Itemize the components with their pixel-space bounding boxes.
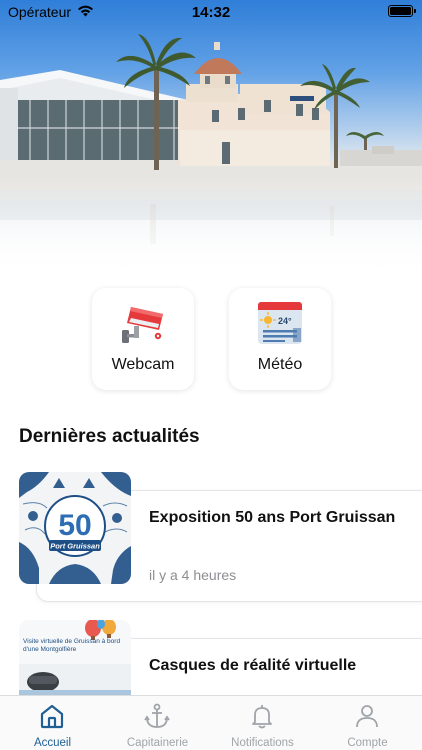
status-bar: Opérateur 14:32 (0, 0, 422, 24)
tab-accueil[interactable]: Accueil (0, 696, 105, 750)
tab-accueil-label: Accueil (33, 737, 72, 749)
anchor-icon (144, 703, 170, 728)
security-camera-icon (122, 307, 163, 343)
clock: 14:32 (191, 4, 231, 21)
hero-harbor-photo (0, 0, 422, 280)
tab-compte[interactable]: Compte (315, 696, 420, 750)
news-item-time: il y a 4 heures (149, 567, 237, 583)
tab-notifications[interactable]: Notifications (210, 696, 315, 750)
anniversary-poster-image[interactable]: 50 Port Gruissan (19, 472, 131, 584)
tab-capitainerie-label: Capitainerie (126, 737, 189, 749)
weather-forecast-icon: 24° (258, 302, 302, 344)
meteo-tile[interactable]: 24° Météo (229, 288, 331, 390)
harbor-building-illustration (0, 34, 422, 280)
webcam-label: Webcam (111, 356, 175, 373)
news-section-title: Dernières actualités (19, 426, 200, 447)
news-item-title[interactable]: Casques de réalité virtuelle (149, 657, 356, 675)
tab-compte-label: Compte (347, 737, 388, 749)
webcam-tile[interactable]: Webcam (92, 288, 194, 390)
svg-text:50: 50 (58, 509, 91, 542)
meteo-temperature-text: 24° (278, 316, 292, 326)
poster-port-gruissan-text: Port Gruissan (50, 542, 100, 551)
home-icon (40, 704, 64, 729)
bell-icon (252, 705, 272, 729)
bottom-tab-bar: Accueil Capitainerie Notifications Compt… (0, 695, 422, 750)
user-icon (356, 705, 378, 728)
battery-level (390, 7, 411, 15)
tab-capitainerie[interactable]: Capitainerie (105, 696, 210, 750)
tab-notifications-label: Notifications (231, 737, 294, 749)
news-item-title[interactable]: Exposition 50 ans Port Gruissan (149, 509, 395, 527)
battery-icon (388, 5, 416, 17)
flyer-caption-text: Visite virtuelle de Gruissan à bord d'un… (23, 638, 121, 653)
meteo-label: Météo (257, 356, 303, 373)
